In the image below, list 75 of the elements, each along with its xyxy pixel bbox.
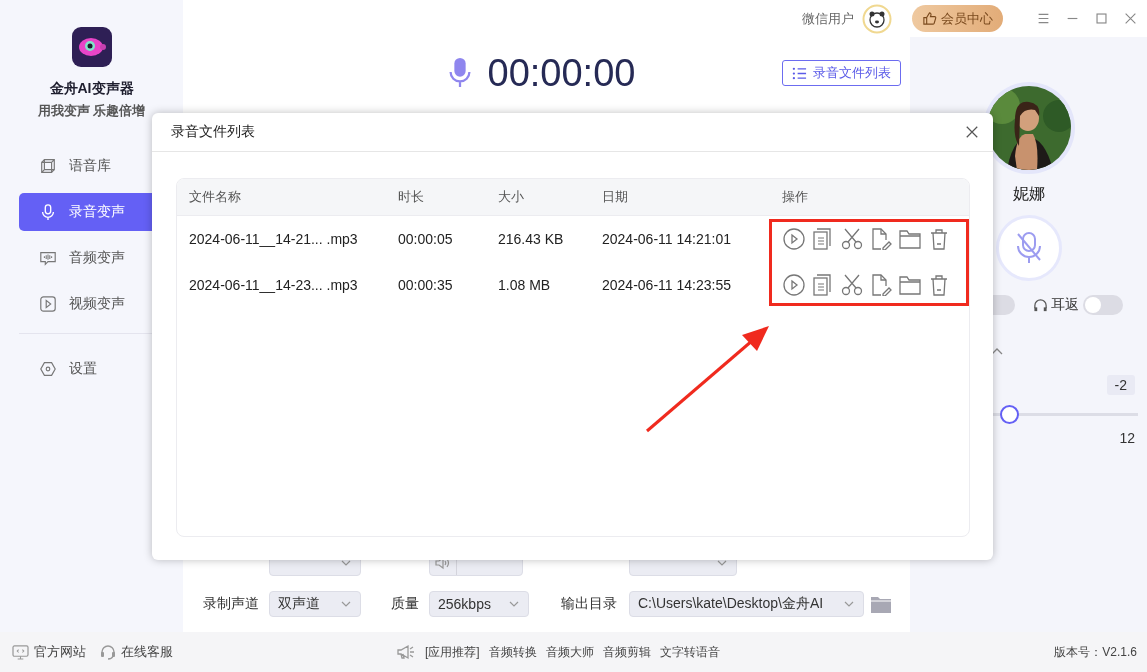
user-avatar-icon[interactable] bbox=[862, 3, 892, 34]
column-header: 日期 bbox=[602, 188, 629, 206]
play-icon[interactable] bbox=[783, 274, 805, 296]
table-cell-text: 2024-06-11 14:21:01 bbox=[602, 231, 732, 247]
promo-link[interactable]: 音频转换 bbox=[488, 643, 537, 661]
scissors-icon[interactable] bbox=[841, 228, 863, 250]
table-cell-text: 1.08 MB bbox=[498, 277, 552, 293]
trash-icon[interactable] bbox=[928, 274, 950, 296]
headphones-icon bbox=[1033, 297, 1048, 313]
close-icon[interactable] bbox=[965, 125, 979, 139]
promo-link[interactable]: 文字转语音 bbox=[659, 643, 720, 661]
scissors-icon[interactable] bbox=[841, 274, 863, 296]
folder-icon[interactable] bbox=[870, 594, 892, 614]
sidebar-item[interactable]: 设置 bbox=[19, 350, 183, 388]
sidebar-item[interactable]: 音频变声 bbox=[19, 239, 183, 277]
column-header: 文件名称 bbox=[189, 188, 242, 206]
column-header: 时长 bbox=[398, 188, 425, 206]
edit-file-icon[interactable] bbox=[870, 228, 892, 250]
sidebar-item[interactable]: 语音库 bbox=[19, 147, 183, 185]
pitch-value: -2 bbox=[1106, 375, 1135, 395]
setting-label: 输出目录 bbox=[561, 595, 618, 613]
slider-max-label: 12 bbox=[1119, 430, 1135, 446]
play-icon bbox=[39, 295, 57, 313]
dropdown[interactable]: 双声道 bbox=[269, 591, 361, 617]
cube-icon bbox=[39, 157, 57, 175]
trash-icon[interactable] bbox=[928, 228, 950, 250]
toggle-label: 耳返 bbox=[1051, 296, 1079, 314]
maximize-icon[interactable] bbox=[1095, 12, 1108, 25]
microphone-icon[interactable] bbox=[447, 57, 472, 89]
close-icon[interactable] bbox=[1124, 12, 1137, 25]
list-icon bbox=[792, 65, 807, 81]
vip-center-button[interactable]: 会员中心 bbox=[912, 5, 1003, 32]
app-name: 金舟AI变声器 bbox=[49, 80, 134, 98]
copy-icon[interactable] bbox=[812, 228, 834, 250]
promo-label: [应用推荐] bbox=[425, 643, 480, 661]
table-cell-text: 216.43 KB bbox=[498, 231, 565, 247]
play-icon[interactable] bbox=[783, 228, 805, 250]
table-cell-text: 2024-06-11__14-23... .mp3 bbox=[189, 277, 359, 293]
recording-list-button[interactable]: 录音文件列表 bbox=[782, 60, 901, 86]
table-cell-text: 2024-06-11 14:23:55 bbox=[602, 277, 732, 293]
megaphone-icon bbox=[396, 644, 416, 660]
app-slogan: 用我变声 乐趣倍增 bbox=[37, 102, 146, 120]
microphone-icon bbox=[39, 203, 57, 221]
column-header: 操作 bbox=[781, 188, 808, 206]
promo-link[interactable]: 音频大师 bbox=[545, 643, 594, 661]
dropdown[interactable]: C:\Users\kate\Desktop\金舟AI bbox=[629, 591, 864, 617]
waveform-icon bbox=[39, 249, 57, 267]
timer: 00:00:00 bbox=[487, 51, 636, 95]
setting-label: 质量 bbox=[391, 595, 420, 613]
table-cell-text: 00:00:05 bbox=[398, 231, 454, 247]
edit-file-icon[interactable] bbox=[870, 274, 892, 296]
user-name[interactable]: 微信用户 bbox=[802, 9, 854, 28]
promo-link[interactable]: 音频剪辑 bbox=[602, 643, 651, 661]
setting-label: 录制声道 bbox=[203, 595, 260, 613]
monitor-icon bbox=[12, 644, 29, 660]
slider-thumb[interactable] bbox=[999, 405, 1019, 424]
headset-icon bbox=[100, 644, 116, 660]
app-logo bbox=[71, 27, 112, 67]
table-cell-text: 2024-06-11__14-21... .mp3 bbox=[189, 231, 359, 247]
dialog-title: 录音文件列表 bbox=[171, 123, 255, 141]
copy-icon[interactable] bbox=[812, 274, 834, 296]
footer-link[interactable]: 在线客服 bbox=[100, 643, 173, 661]
column-header: 大小 bbox=[498, 188, 525, 206]
dropdown[interactable]: 256kbps bbox=[429, 591, 529, 617]
sidebar-item[interactable]: 视频变声 bbox=[19, 285, 183, 323]
toggle-switch[interactable] bbox=[1083, 295, 1123, 315]
version-label: 版本号：V2.1.6 bbox=[1054, 643, 1137, 661]
settings-icon bbox=[39, 360, 57, 378]
menu-icon[interactable] bbox=[1037, 12, 1050, 25]
voice-name: 妮娜 bbox=[1012, 184, 1045, 204]
folder-icon[interactable] bbox=[899, 228, 921, 250]
folder-icon[interactable] bbox=[899, 274, 921, 296]
table-cell-text: 00:00:35 bbox=[398, 277, 454, 293]
footer-link[interactable]: 官方网站 bbox=[12, 643, 86, 661]
thumbs-up-icon bbox=[922, 11, 937, 26]
